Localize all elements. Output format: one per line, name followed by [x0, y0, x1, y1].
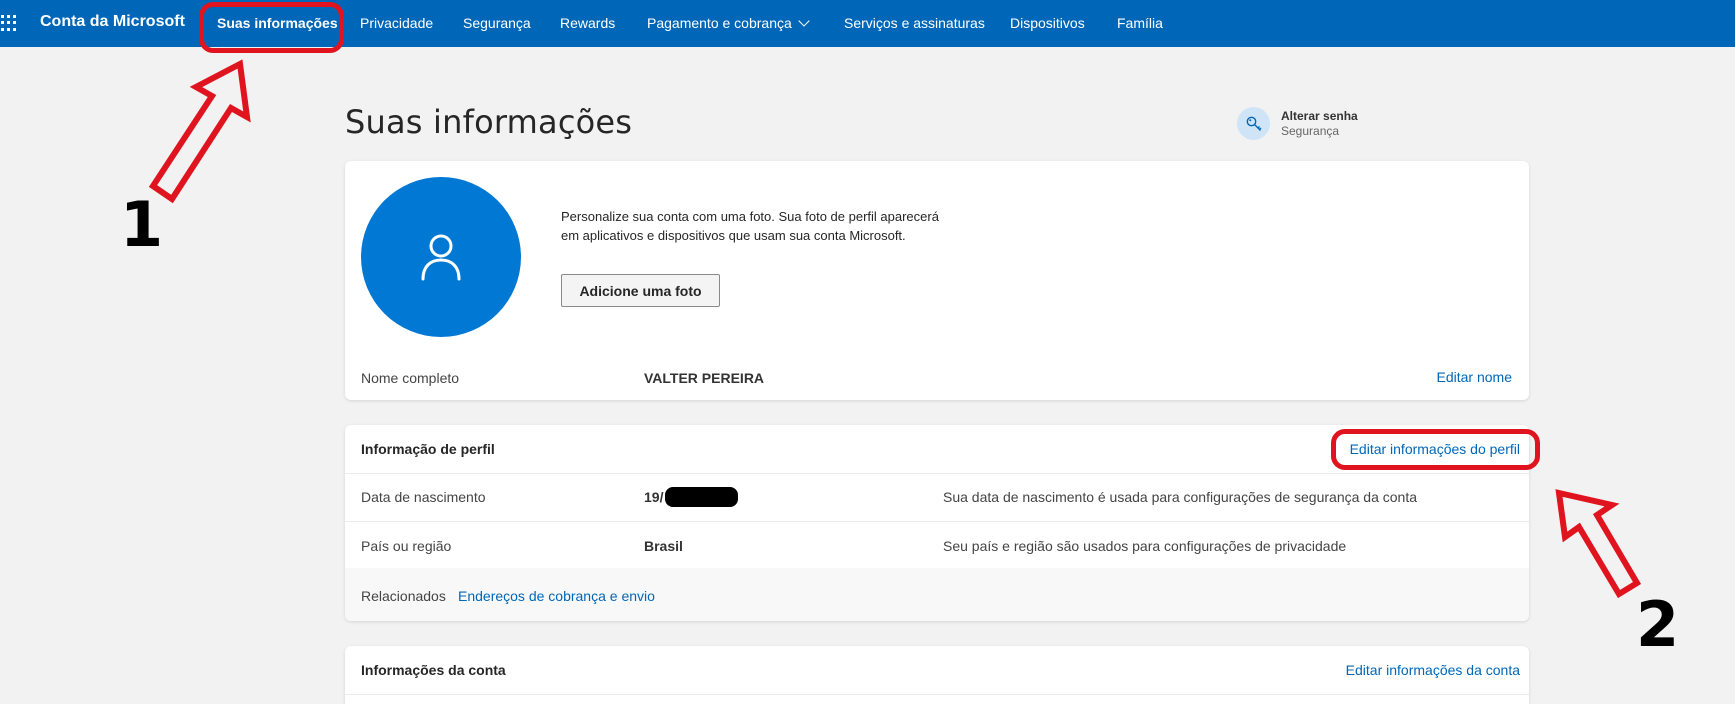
- person-icon: [421, 234, 461, 281]
- full-name-value: VALTER PEREIRA: [644, 370, 765, 386]
- birthdate-label: Data de nascimento: [361, 489, 486, 505]
- edit-account-info-link[interactable]: Editar informações da conta: [1346, 662, 1520, 678]
- nav-rewards[interactable]: Rewards: [560, 15, 615, 31]
- app-launcher-icon[interactable]: [0, 15, 16, 31]
- country-label: País ou região: [361, 538, 452, 554]
- page-title: Suas informações: [345, 103, 633, 141]
- add-photo-button[interactable]: Adicione uma foto: [561, 274, 720, 307]
- divider: [345, 694, 1529, 695]
- annotation-highlight-2: [1331, 429, 1540, 470]
- change-password-title: Alterar senha: [1281, 108, 1358, 123]
- key-icon: [1237, 107, 1270, 140]
- edit-name-link[interactable]: Editar nome: [1437, 369, 1512, 385]
- related-label: Relacionados: [361, 588, 446, 604]
- account-info-title: Informações da conta: [361, 662, 506, 678]
- avatar[interactable]: [361, 177, 521, 337]
- change-password-link[interactable]: Alterar senha Segurança: [1237, 107, 1358, 140]
- birthdate-description: Sua data de nascimento é usada para conf…: [943, 489, 1417, 505]
- divider: [345, 473, 1529, 474]
- nav-privacy[interactable]: Privacidade: [360, 15, 433, 31]
- profile-info-title: Informação de perfil: [361, 441, 495, 457]
- country-value: Brasil: [644, 538, 683, 554]
- account-info-card: Informações da conta Editar informações …: [345, 646, 1529, 704]
- chevron-down-icon: [798, 15, 810, 27]
- nav-family[interactable]: Família: [1117, 15, 1163, 31]
- birthdate-value: 19/: [644, 489, 664, 505]
- nav-devices[interactable]: Dispositivos: [1010, 15, 1085, 31]
- billing-addresses-link[interactable]: Endereços de cobrança e envio: [458, 588, 655, 604]
- change-password-subtitle: Segurança: [1281, 123, 1340, 138]
- divider: [345, 521, 1529, 522]
- annotation-number-1: 1: [120, 188, 164, 261]
- photo-description: Personalize sua conta com uma foto. Sua …: [561, 209, 939, 243]
- annotation-number-2: 2: [1636, 588, 1680, 661]
- annotation-arrow-1-icon: [148, 59, 251, 204]
- nav-security[interactable]: Segurança: [463, 15, 531, 31]
- nav-payment-label: Pagamento e cobrança: [647, 15, 792, 31]
- nav-services[interactable]: Serviços e assinaturas: [844, 15, 985, 31]
- nav-payment[interactable]: Pagamento e cobrança: [647, 15, 810, 31]
- redaction-mark: [665, 487, 738, 507]
- country-description: Seu país e região são usados para config…: [943, 538, 1347, 554]
- annotation-highlight-1: [199, 2, 344, 53]
- full-name-label: Nome completo: [361, 370, 460, 386]
- brand-link[interactable]: Conta da Microsoft: [40, 13, 185, 31]
- profile-photo-card: Personalize sua conta com uma foto. Sua …: [345, 161, 1529, 400]
